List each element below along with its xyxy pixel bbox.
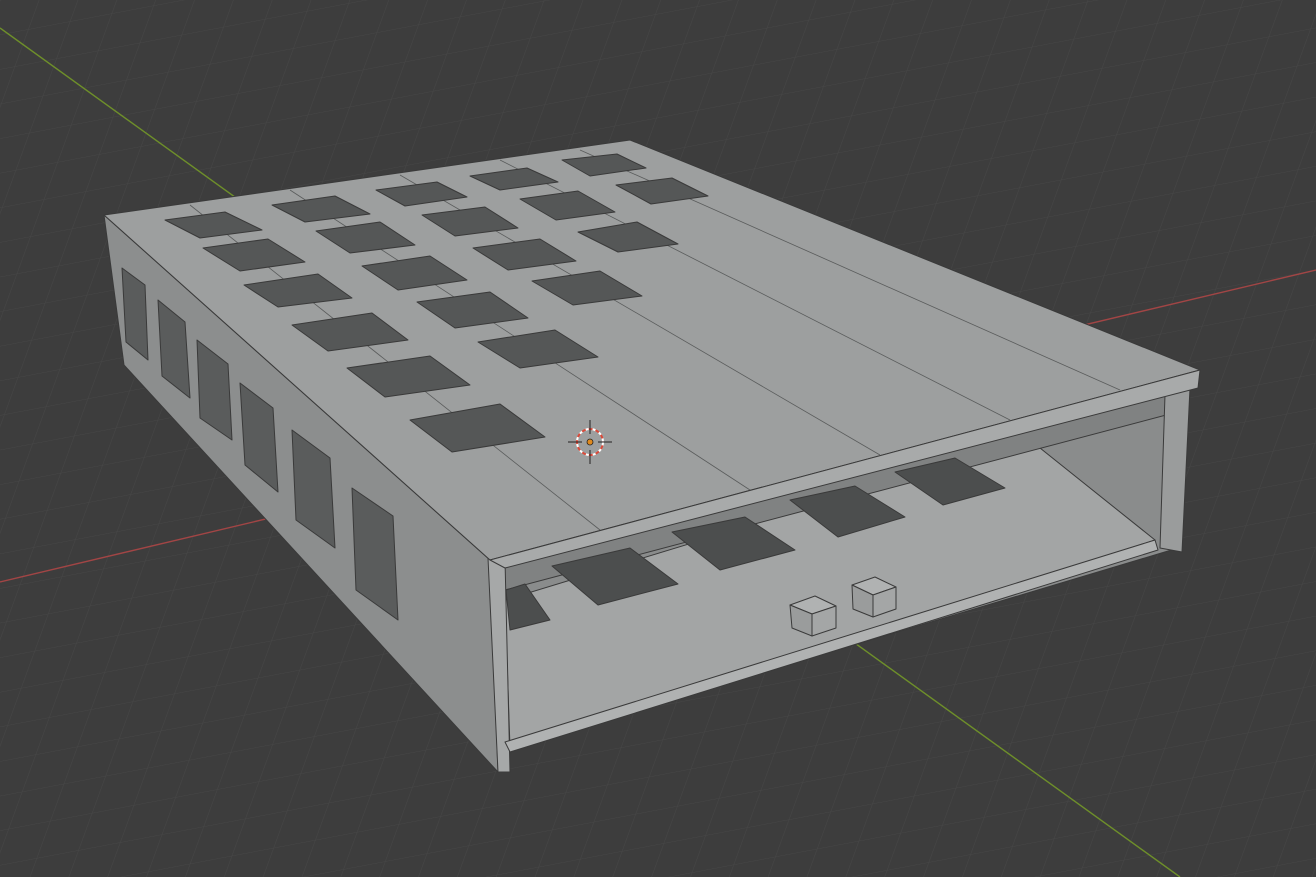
3d-viewport[interactable] xyxy=(0,0,1316,877)
object-origin-icon xyxy=(586,438,594,446)
